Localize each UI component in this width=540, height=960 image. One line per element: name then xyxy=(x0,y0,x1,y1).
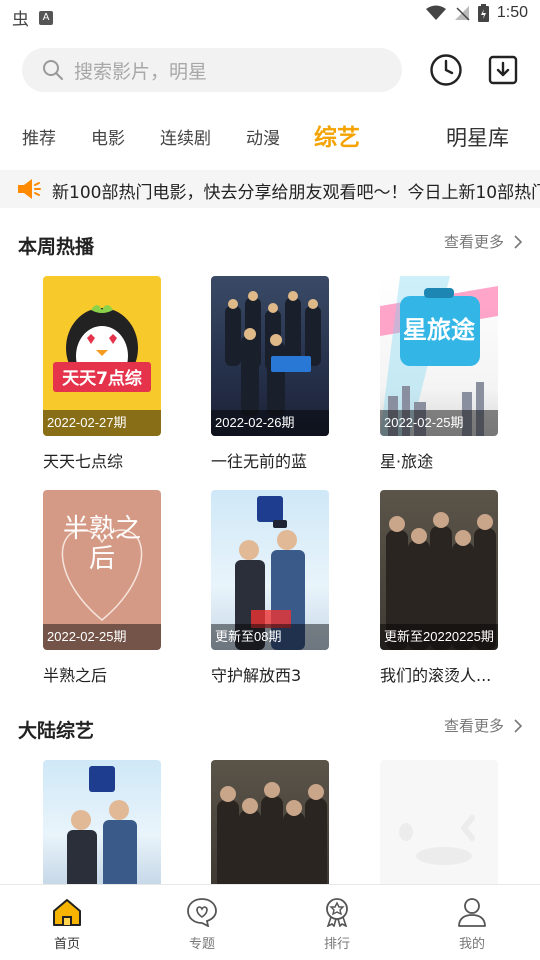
show-title: 半熟之后 xyxy=(43,666,108,685)
history-button[interactable] xyxy=(426,50,466,90)
show-card[interactable]: 天天7点综 2022-02-27期 天天七点综 xyxy=(43,276,161,472)
poster-image: 天天7点综 2022-02-27期 xyxy=(43,276,161,436)
wifi-icon xyxy=(425,5,446,20)
poster-image: 2022-02-26期 xyxy=(211,276,329,436)
poster-image xyxy=(43,760,161,884)
episode-badge: 2022-02-25期 xyxy=(43,624,161,650)
episode-badge: 更新至08期 xyxy=(211,624,329,650)
episode-badge: 2022-02-26期 xyxy=(211,410,329,436)
loading-face-icon xyxy=(399,815,475,865)
show-title: 天天七点综 xyxy=(43,452,124,471)
download-button[interactable] xyxy=(483,50,523,90)
show-card[interactable] xyxy=(43,760,161,884)
bottom-nav: 首页 专题 排行 我的 xyxy=(0,884,540,960)
show-card-placeholder[interactable] xyxy=(380,760,498,884)
home-icon xyxy=(53,899,81,926)
nav-topics[interactable]: 专题 xyxy=(162,897,242,952)
chevron-right-icon xyxy=(514,234,522,249)
poster-title-text: 星旅途 xyxy=(403,316,475,344)
tab-star-library[interactable]: 明星库 xyxy=(446,122,509,152)
heart-bubble-icon xyxy=(187,898,217,928)
search-icon xyxy=(43,60,63,80)
notice-bar[interactable]: 新100部热门电影，快去分享给朋友观看吧～！今日上新10部热门 xyxy=(0,170,540,208)
show-title: 星·旅途 xyxy=(380,452,434,471)
status-app-glyph: 虫 xyxy=(12,10,29,30)
nav-home[interactable]: 首页 xyxy=(27,897,107,952)
nav-ranking[interactable]: 排行 xyxy=(297,897,377,952)
tab-anime[interactable]: 动漫 xyxy=(246,124,280,149)
nav-ranking-label: 排行 xyxy=(323,937,350,952)
see-more-label: 查看更多 xyxy=(443,717,504,735)
show-card[interactable]: 更新至20220225期 我们的滚烫人... xyxy=(380,490,498,686)
show-card[interactable] xyxy=(211,760,329,884)
search-input[interactable]: 搜索影片，明星 xyxy=(22,48,402,92)
poster-image: 半熟之后 2022-02-25期 xyxy=(43,490,161,650)
poster-image: 更新至20220225期 xyxy=(380,490,498,650)
status-bar: 虫 A 1:50 xyxy=(0,0,540,30)
see-more-weekly-hot[interactable]: 查看更多 xyxy=(444,231,522,252)
no-signal-icon xyxy=(454,6,470,21)
poster-image xyxy=(211,760,329,884)
show-title: 我们的滚烫人... xyxy=(380,666,492,685)
nav-home-label: 首页 xyxy=(53,937,80,952)
nav-profile-label: 我的 xyxy=(458,937,485,952)
show-card[interactable]: 星旅途 2022-02-25期 星·旅途 xyxy=(380,276,498,472)
download-icon xyxy=(488,55,518,85)
police-illustration xyxy=(67,766,137,884)
category-tabs: 推荐 电影 连续剧 动漫 综艺 明星库 xyxy=(0,110,540,160)
status-a-badge: A xyxy=(39,10,53,25)
group-photo-illustration xyxy=(217,782,327,884)
tab-movies[interactable]: 电影 xyxy=(91,124,125,149)
battery-icon xyxy=(477,4,489,22)
poster-title-text: 半熟之后 xyxy=(62,514,141,574)
status-time: 1:50 xyxy=(496,4,528,21)
see-more-mainland-variety[interactable]: 查看更多 xyxy=(444,715,522,736)
nav-profile[interactable]: 我的 xyxy=(432,897,512,952)
show-card[interactable]: 更新至08期 守护解放西3 xyxy=(211,490,329,686)
show-card[interactable]: 半熟之后 2022-02-25期 半熟之后 xyxy=(43,490,161,686)
user-icon xyxy=(458,898,486,927)
nav-topics-label: 专题 xyxy=(188,937,215,952)
episode-badge: 更新至20220225期 xyxy=(380,624,498,650)
show-title: 一往无前的蓝 xyxy=(211,452,308,471)
section-title-mainland-variety: 大陆综艺 xyxy=(18,720,95,742)
poster-placeholder xyxy=(380,760,498,884)
show-card[interactable]: 2022-02-26期 一往无前的蓝 xyxy=(211,276,329,472)
tab-series[interactable]: 连续剧 xyxy=(160,124,211,149)
chevron-right-icon xyxy=(514,718,522,733)
show-title: 守护解放西3 xyxy=(211,666,302,685)
episode-badge: 2022-02-27期 xyxy=(43,410,161,436)
search-placeholder: 搜索影片，明星 xyxy=(74,60,208,83)
see-more-label: 查看更多 xyxy=(443,233,504,251)
notice-text: 新100部热门电影，快去分享给朋友观看吧～！今日上新10部热门 xyxy=(52,183,540,203)
medal-icon xyxy=(326,898,348,928)
section-title-weekly-hot: 本周热播 xyxy=(18,236,95,258)
tab-recommend[interactable]: 推荐 xyxy=(22,124,56,149)
poster-title-text: 天天7点综 xyxy=(62,369,142,389)
speaker-icon xyxy=(18,179,41,199)
episode-badge: 2022-02-25期 xyxy=(380,410,498,436)
clock-icon xyxy=(430,54,462,86)
poster-image: 星旅途 2022-02-25期 xyxy=(380,276,498,436)
tab-variety[interactable]: 综艺 xyxy=(314,118,360,152)
poster-image: 更新至08期 xyxy=(211,490,329,650)
